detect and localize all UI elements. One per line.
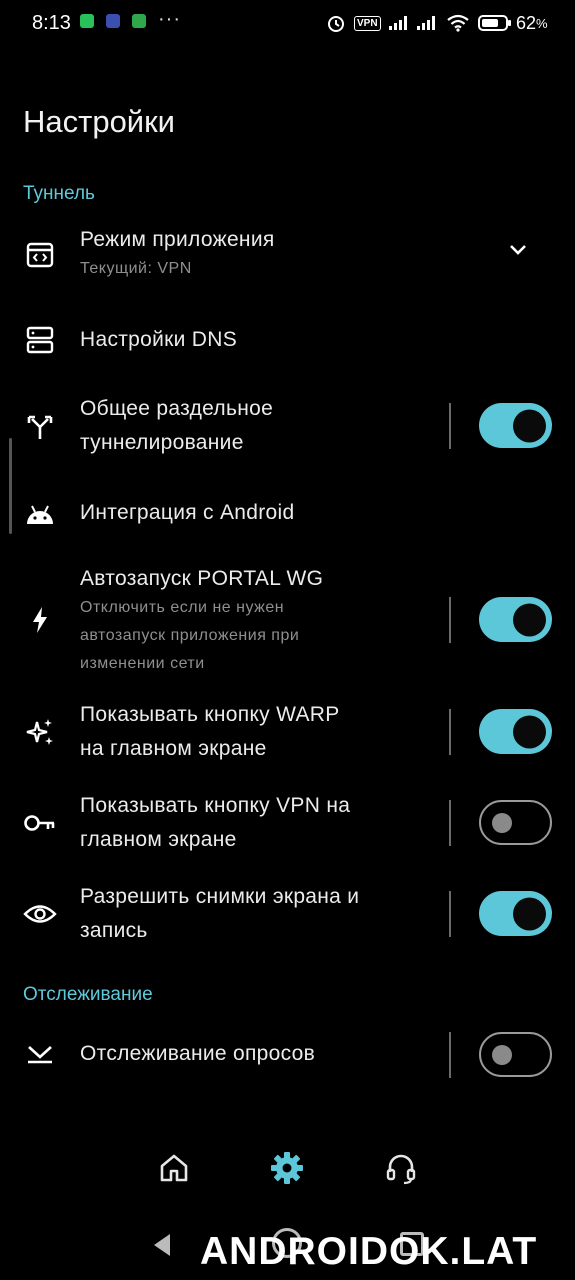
toggle-knob (492, 812, 512, 833)
dns-settings-row[interactable]: Настройки DNS (0, 318, 575, 364)
poll-tracking-title: Отслеживание опросов (80, 1042, 316, 1065)
app-mode-title: Режим приложения (80, 228, 275, 251)
autostart-title: Автозапуск PORTAL WG (80, 567, 324, 590)
vpn-button-title-line2: главном экране (80, 828, 237, 851)
vpn-icon: VPN (354, 15, 381, 31)
poll-tracking-row[interactable]: Отслеживание опросов (0, 1031, 575, 1078)
android-integration-title: Интеграция с Android (80, 501, 295, 524)
vpn-button-toggle[interactable] (479, 800, 552, 845)
eye-icon (22, 896, 58, 932)
screenshots-title-line1: Разрешить снимки экрана и (80, 885, 360, 908)
autostart-subtitle-line1: Отключить если не нужен (80, 599, 285, 616)
split-icon (22, 408, 58, 444)
autostart-row[interactable]: Автозапуск PORTAL WG Отключить если не н… (0, 562, 575, 680)
divider (449, 1032, 451, 1078)
status-time: 8:13 (32, 12, 71, 34)
screenshots-title-line2: запись (80, 919, 148, 942)
warp-button-title-line1: Показывать кнопку WARP (80, 703, 340, 726)
sparkle-icon (22, 714, 58, 750)
android-icon (22, 496, 58, 532)
vpn-button-title-line1: Показывать кнопку VPN на (80, 794, 351, 817)
chevron-down-icon[interactable] (508, 242, 528, 261)
wifi-icon (446, 10, 470, 36)
split-tunnel-toggle[interactable] (479, 403, 552, 448)
battery-level: 62 (516, 12, 537, 33)
dns-icon (22, 322, 58, 358)
toggle-knob (513, 603, 546, 636)
section-tunnel: Туннель (23, 183, 95, 204)
autostart-subtitle-line2: автозапуск приложения при (80, 627, 300, 644)
autostart-toggle[interactable] (479, 597, 552, 642)
scrollbar[interactable] (9, 438, 12, 534)
vpn-button-row[interactable]: Показывать кнопку VPN на главном экране (0, 789, 575, 859)
warp-button-title-line2: на главном экране (80, 737, 267, 760)
home-icon[interactable] (156, 1150, 192, 1186)
signal-icon (416, 10, 438, 36)
back-icon[interactable] (150, 1232, 174, 1263)
divider (449, 800, 451, 846)
poll-icon (22, 1035, 58, 1071)
divider (449, 891, 451, 937)
page-title: Настройки (23, 104, 176, 139)
autostart-subtitle-line3: изменении сети (80, 655, 205, 672)
divider (449, 597, 451, 643)
screenshots-row[interactable]: Разрешить снимки экрана и запись (0, 880, 575, 950)
bolt-icon (22, 602, 58, 638)
dns-settings-title: Настройки DNS (80, 328, 238, 351)
key-icon (22, 805, 58, 841)
app-mode-subtitle: Текущий: VPN (80, 260, 192, 277)
warp-button-row[interactable]: Показывать кнопку WARP на главном экране (0, 698, 575, 768)
warp-button-toggle[interactable] (479, 709, 552, 754)
section-tracking: Отслеживание (23, 984, 153, 1005)
toggle-knob (513, 715, 546, 748)
app-mode-icon (22, 237, 58, 273)
divider (449, 403, 451, 449)
gear-icon[interactable] (269, 1150, 305, 1186)
network-icon (106, 14, 120, 28)
signal-icon (388, 10, 410, 36)
alarm-icon (326, 10, 346, 36)
app-mode-row[interactable]: Режим приложения Текущий: VPN (0, 220, 575, 292)
split-tunnel-title-line1: Общее раздельное (80, 397, 274, 420)
split-tunnel-title-line2: туннелирование (80, 431, 244, 454)
app-icon (132, 14, 146, 28)
battery-unit: % (536, 15, 548, 31)
whatsapp-icon (80, 14, 94, 28)
android-integration-row[interactable]: Интеграция с Android (0, 492, 575, 538)
toggle-knob (492, 1044, 512, 1065)
toggle-knob (513, 897, 546, 930)
watermark: ANDROIDOK.LAT (200, 1230, 538, 1273)
poll-tracking-toggle[interactable] (479, 1032, 552, 1077)
split-tunnel-row[interactable]: Общее раздельное туннелирование (0, 392, 575, 462)
headset-icon[interactable] (383, 1150, 419, 1186)
more-notifications-icon: ··· (158, 8, 181, 30)
screenshots-toggle[interactable] (479, 891, 552, 936)
toggle-knob (513, 409, 546, 442)
battery-icon (478, 10, 512, 36)
divider (449, 709, 451, 755)
